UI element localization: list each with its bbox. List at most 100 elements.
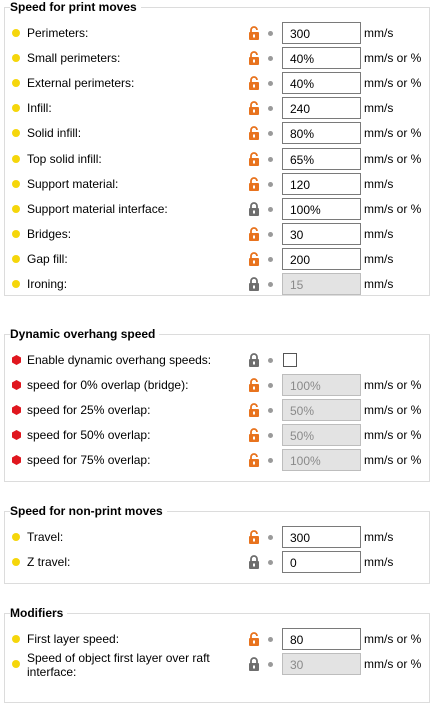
reset-bullet-icon[interactable] [268,358,273,363]
value-input[interactable]: 300 [282,526,361,548]
reset-bullet-icon[interactable] [268,433,273,438]
unlocked-lock-icon[interactable] [248,76,260,90]
advanced-mode-dot-icon [12,230,20,238]
unit-label: mm/s [364,530,394,544]
reset-bullet-icon[interactable] [268,106,273,111]
value-input[interactable]: 80% [282,122,361,144]
unit-label: mm/s [364,227,394,241]
value-input: 100% [282,374,361,396]
expert-mode-hex-icon [12,355,21,365]
reset-bullet-icon[interactable] [268,458,273,463]
value-input: 30 [282,653,361,675]
unit-label: mm/s or % [364,657,422,671]
setting-label: Support material: [27,177,119,191]
value-input[interactable]: 40% [282,47,361,69]
value-input[interactable]: 80 [282,628,361,650]
value-input[interactable]: 40% [282,72,361,94]
unlocked-lock-icon[interactable] [248,530,260,544]
unlocked-lock-icon[interactable] [248,152,260,166]
locked-lock-icon[interactable] [248,555,260,569]
setting-row: Support material interface: 100% mm/s or % [0,197,432,222]
reset-bullet-icon[interactable] [268,182,273,187]
unlocked-lock-icon[interactable] [248,177,260,191]
advanced-mode-dot-icon [12,54,20,62]
value-input[interactable]: 65% [282,148,361,170]
advanced-mode-dot-icon [12,558,20,566]
setting-row: speed for 25% overlap: 50% mm/s or % [0,398,432,423]
setting-label: Infill: [27,101,52,115]
reset-bullet-icon[interactable] [268,637,273,642]
section-title: Dynamic overhang speed [10,327,160,341]
locked-lock-icon[interactable] [248,353,260,367]
unlocked-lock-icon[interactable] [248,632,260,646]
value-input[interactable]: 240 [282,97,361,119]
value-input[interactable]: 0 [282,551,361,573]
reset-bullet-icon[interactable] [268,560,273,565]
setting-label: Z travel: [27,555,71,569]
setting-label: Ironing: [27,277,68,291]
reset-bullet-icon[interactable] [268,131,273,136]
unlocked-lock-icon[interactable] [248,51,260,65]
reset-bullet-icon[interactable] [268,383,273,388]
reset-bullet-icon[interactable] [268,207,273,212]
locked-lock-icon[interactable] [248,657,260,671]
unlocked-lock-icon[interactable] [248,101,260,115]
value-input: 15 [282,273,361,295]
advanced-mode-dot-icon [12,635,20,643]
unlocked-lock-icon[interactable] [248,428,260,442]
unit-label: mm/s or % [364,632,422,646]
advanced-mode-dot-icon [12,660,20,668]
value-input[interactable]: 100% [282,198,361,220]
advanced-mode-dot-icon [12,533,20,541]
reset-bullet-icon[interactable] [268,662,273,667]
advanced-mode-dot-icon [12,155,20,163]
advanced-mode-dot-icon [12,180,20,188]
setting-row: Gap fill: 200 mm/s [0,247,432,272]
unit-label: mm/s or % [364,378,422,392]
advanced-mode-dot-icon [12,129,20,137]
setting-label: speed for 50% overlap: [27,428,151,442]
value-input[interactable]: 30 [282,223,361,245]
setting-row: speed for 75% overlap: 100% mm/s or % [0,448,432,473]
setting-label: Top solid infill: [27,152,102,166]
reset-bullet-icon[interactable] [268,157,273,162]
enable-dynamic-overhang-checkbox[interactable] [283,353,297,367]
unlocked-lock-icon[interactable] [248,453,260,467]
unlocked-lock-icon[interactable] [248,126,260,140]
advanced-mode-dot-icon [12,205,20,213]
setting-label: speed for 75% overlap: [27,453,151,467]
reset-bullet-icon[interactable] [268,257,273,262]
value-input[interactable]: 120 [282,173,361,195]
locked-lock-icon[interactable] [248,202,260,216]
setting-label: Perimeters: [27,26,89,40]
unit-label: mm/s [364,26,394,40]
setting-row: Z travel: 0 mm/s [0,550,432,575]
unlocked-lock-icon[interactable] [248,26,260,40]
setting-row: Solid infill: 80% mm/s or % [0,121,432,146]
reset-bullet-icon[interactable] [268,31,273,36]
reset-bullet-icon[interactable] [268,81,273,86]
section-title: Modifiers [10,606,68,620]
reset-bullet-icon[interactable] [268,408,273,413]
locked-lock-icon[interactable] [248,277,260,291]
unit-label: mm/s [364,555,394,569]
setting-row: External perimeters: 40% mm/s or % [0,71,432,96]
reset-bullet-icon[interactable] [268,535,273,540]
reset-bullet-icon[interactable] [268,232,273,237]
setting-row: Enable dynamic overhang speeds: [0,348,432,373]
unit-label: mm/s or % [364,453,422,467]
setting-row: Bridges: 30 mm/s [0,222,432,247]
reset-bullet-icon[interactable] [268,282,273,287]
unlocked-lock-icon[interactable] [248,227,260,241]
unlocked-lock-icon[interactable] [248,403,260,417]
setting-row: speed for 50% overlap: 50% mm/s or % [0,423,432,448]
value-input[interactable]: 300 [282,22,361,44]
reset-bullet-icon[interactable] [268,56,273,61]
expert-mode-hex-icon [12,380,21,390]
unit-label: mm/s or % [364,76,422,90]
unlocked-lock-icon[interactable] [248,378,260,392]
unlocked-lock-icon[interactable] [248,252,260,266]
value-input: 100% [282,449,361,471]
expert-mode-hex-icon [12,430,21,440]
value-input[interactable]: 200 [282,248,361,270]
